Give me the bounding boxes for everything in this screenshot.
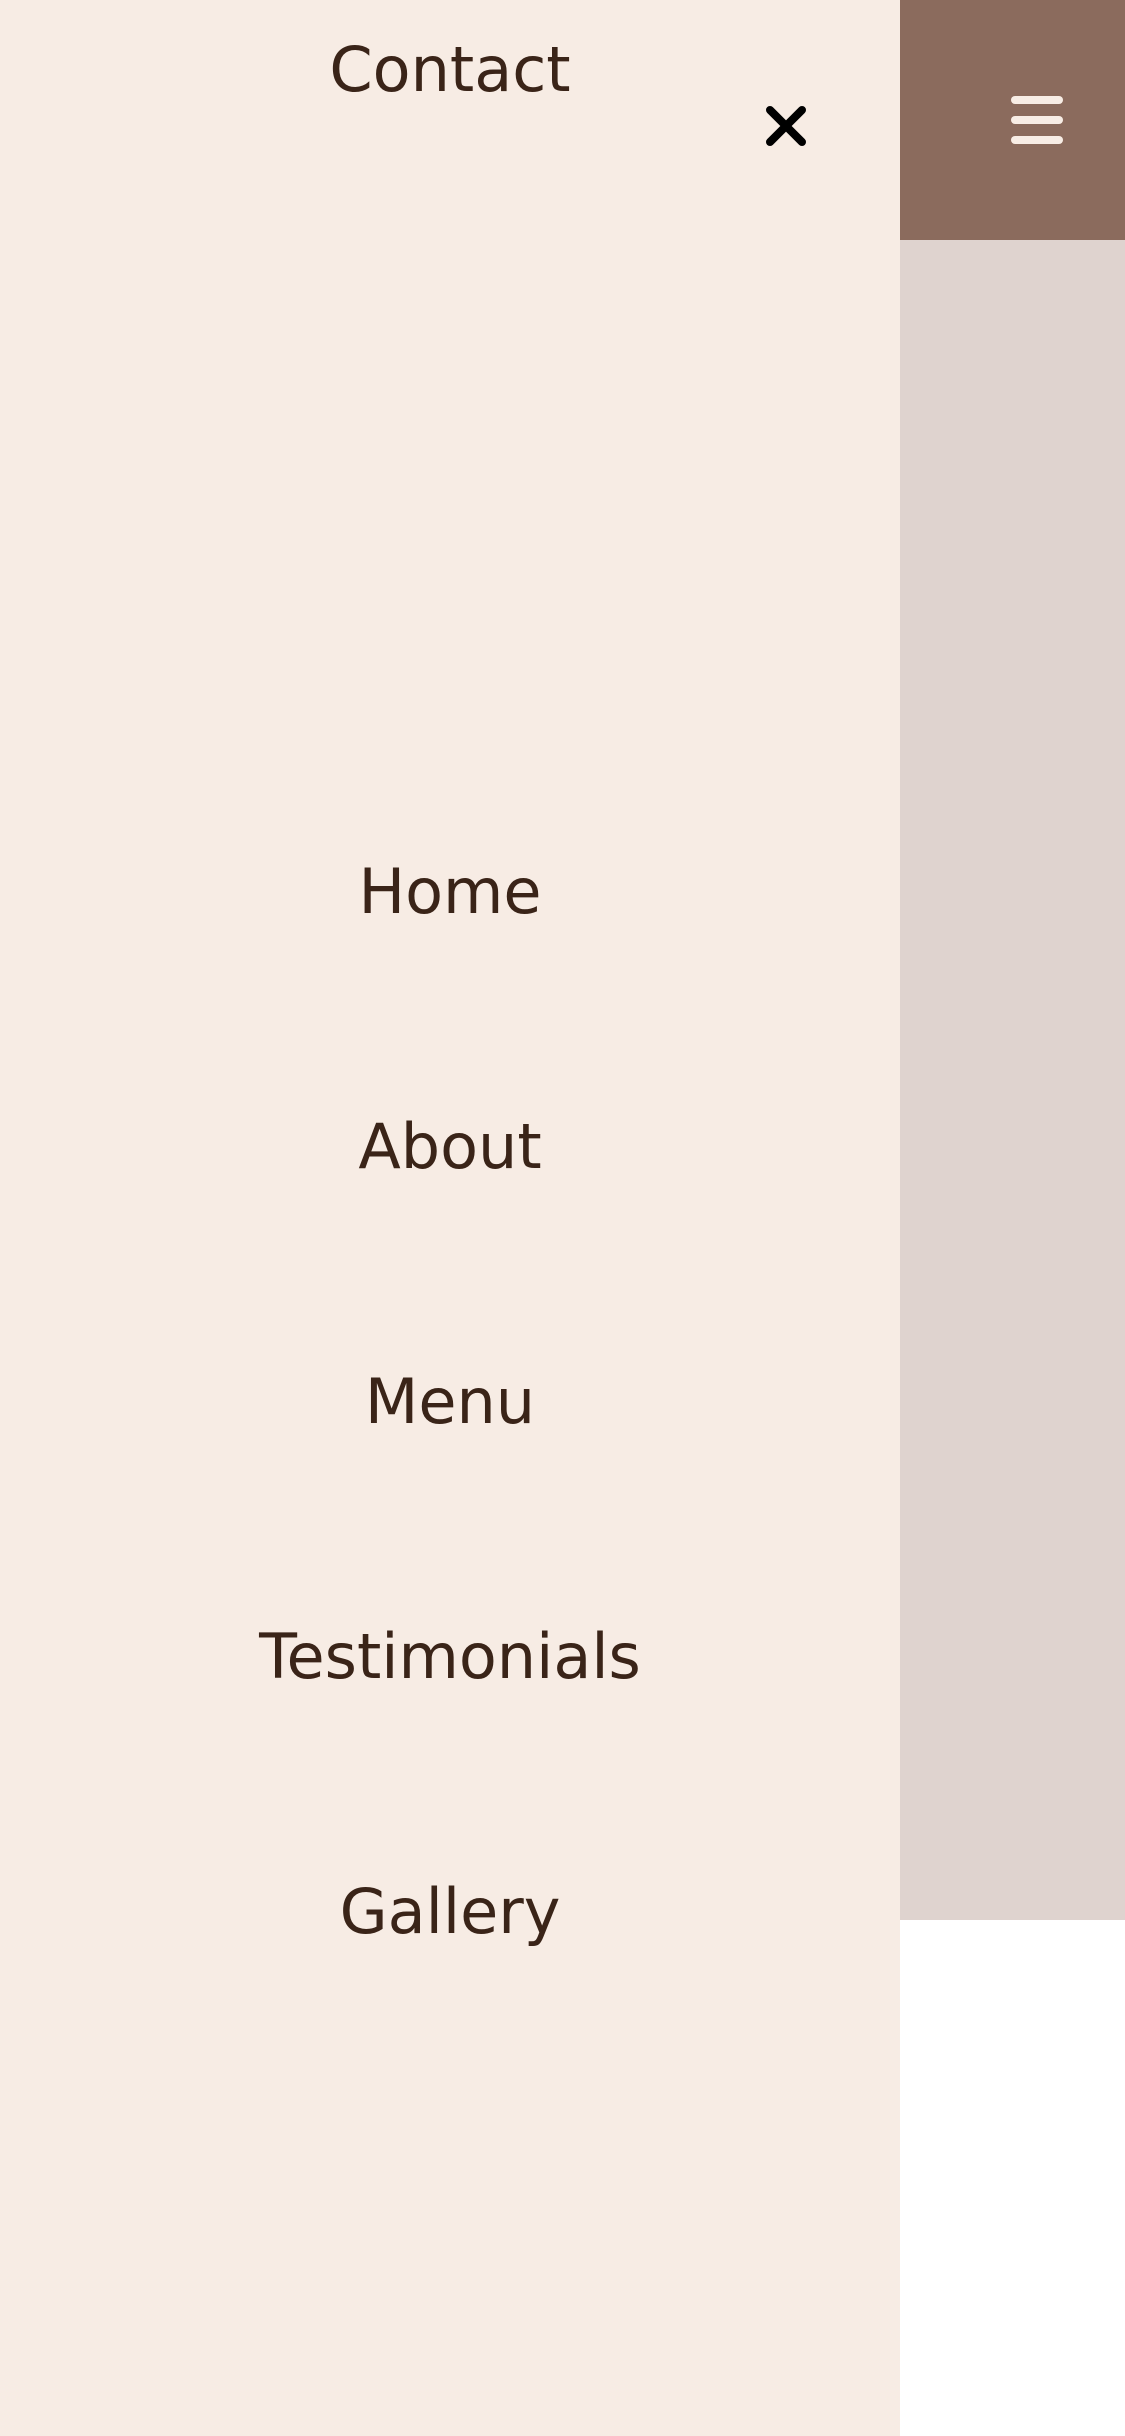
nav-drawer: Home About Menu Testimonials Gallery Con…	[0, 0, 900, 2436]
hamburger-bar	[1011, 116, 1063, 124]
nav-item-about[interactable]: About	[0, 1077, 900, 1217]
nav-item-home[interactable]: Home	[0, 822, 900, 962]
nav-item-testimonials[interactable]: Testimonials	[0, 1587, 900, 1727]
hamburger-bar	[1011, 136, 1063, 144]
hamburger-bar	[1011, 96, 1063, 104]
nav-item-menu[interactable]: Menu	[0, 1332, 900, 1472]
hamburger-menu-icon[interactable]	[1005, 92, 1069, 148]
nav-item-contact[interactable]: Contact	[0, 0, 900, 140]
nav-item-gallery[interactable]: Gallery	[0, 1842, 900, 1982]
